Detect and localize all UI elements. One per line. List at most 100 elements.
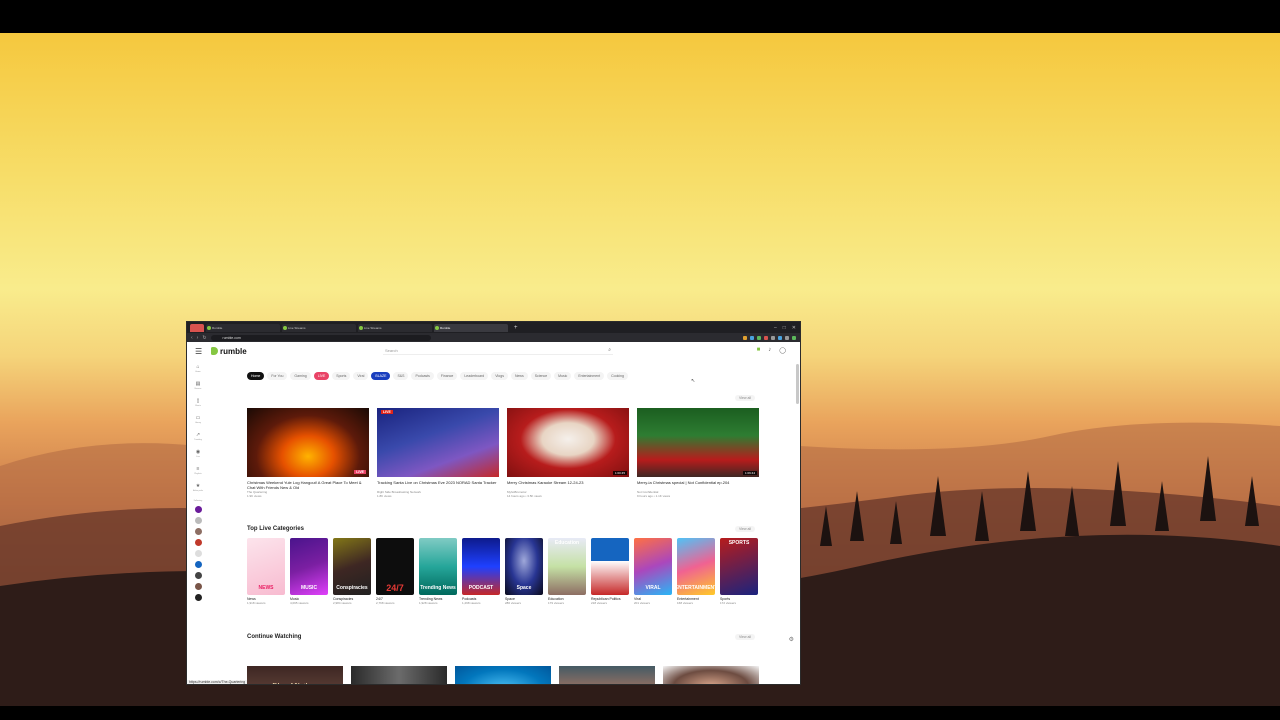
user-avatar-icon[interactable]: ◯ (779, 347, 786, 354)
chip-entertainment[interactable]: Entertainment (574, 372, 605, 380)
tab-2[interactable]: Live Streams (282, 323, 356, 332)
category-card[interactable]: VIRAL Viral 201 viewers (634, 538, 672, 605)
category-thumbnail[interactable]: NEWS (247, 538, 285, 595)
chip-music[interactable]: Music (554, 372, 572, 380)
new-tab-icon[interactable]: + (514, 325, 518, 331)
video-title[interactable]: Merry Christmas Karaoke Stream 12-24-23 (507, 480, 629, 490)
video-thumbnail[interactable]: LIVE (247, 408, 369, 477)
video-thumbnail[interactable]: 1:09:44 (637, 408, 759, 477)
video-card[interactable]: 1:00:45 Merry Christmas Karaoke Stream 1… (507, 408, 629, 498)
menu-icon[interactable]: ☰ (195, 347, 211, 356)
category-card[interactable]: Trending News Trending News 1,928 viewers (419, 538, 457, 605)
rumble-logo[interactable]: rumble (211, 347, 247, 356)
video-title[interactable]: Merry-ia Christmas special | Not Confide… (637, 480, 759, 490)
sidebar-item-live[interactable]: ◉ Live (196, 449, 200, 462)
notification-bell-icon[interactable]: ♪ (768, 347, 771, 354)
avatar[interactable] (194, 572, 202, 579)
video-thumbnail[interactable]: 1:00:45 (507, 408, 629, 477)
extension-icon[interactable] (792, 335, 796, 340)
category-thumbnail[interactable]: Trending News (419, 538, 457, 595)
tab-3[interactable]: Live Streams (358, 323, 432, 332)
forward-icon[interactable]: › (197, 335, 199, 341)
category-thumbnail[interactable]: Education (548, 538, 586, 595)
category-thumbnail[interactable]: VIRAL (634, 538, 672, 595)
avatar[interactable] (194, 539, 202, 546)
avatar[interactable] (194, 594, 202, 601)
maximize-icon[interactable]: □ (783, 325, 786, 331)
category-thumbnail[interactable]: 24/7 (376, 538, 414, 595)
category-thumbnail[interactable]: PODCAST (462, 538, 500, 595)
search-input[interactable]: Search ⌕ (383, 346, 613, 355)
sidebar-item-shorts[interactable]: ▯ Shorts (195, 398, 201, 411)
sidebar-item-home[interactable]: ⌂ Home (195, 364, 200, 377)
sidebar-item-editor-picks[interactable]: ★ Editor picks (193, 483, 203, 496)
category-thumbnail[interactable]: SPORTS (720, 538, 758, 595)
sidebar-item-playlists[interactable]: ≡ Playlists (194, 466, 201, 479)
category-thumbnail[interactable]: MUSIC (290, 538, 328, 595)
chip-leaderboard[interactable]: Leaderboard (460, 372, 489, 380)
category-thumbnail[interactable]: Space (505, 538, 543, 595)
avatar[interactable] (194, 561, 202, 568)
category-thumbnail[interactable]: Conspiracies (333, 538, 371, 595)
chip-s-s[interactable]: S&S (393, 372, 409, 380)
chip-blaze[interactable]: BLAZE (371, 372, 391, 380)
video-card[interactable]: 1:09:44 Merry-ia Christmas special | Not… (637, 408, 759, 498)
minimize-icon[interactable]: – (774, 325, 777, 331)
settings-gear-icon[interactable]: ⚙ (789, 636, 794, 643)
sidebar-item-browse[interactable]: ▤ Browse (195, 381, 202, 394)
video-card[interactable]: LIVE Tracking Santa Live on Christmas Ev… (377, 408, 499, 498)
extension-icon[interactable] (771, 335, 775, 340)
avatar[interactable] (194, 517, 202, 524)
reload-icon[interactable]: ↻ (202, 335, 206, 341)
chip-home[interactable]: Home (247, 372, 265, 380)
avatar[interactable] (194, 550, 202, 557)
category-card[interactable]: Republican Politics 218 viewers (591, 538, 629, 605)
video-card[interactable]: LIVE Christmas Weekend Yule Log Hangout!… (247, 408, 369, 498)
extension-icon[interactable] (757, 335, 761, 340)
extension-icon[interactable] (778, 335, 782, 340)
category-card[interactable]: 24/7 24/7 2,768 viewers (376, 538, 414, 605)
video-thumbnail[interactable] (663, 666, 759, 684)
category-thumbnail[interactable]: ENTERTAINMENT (677, 538, 715, 595)
extension-icon[interactable] (764, 335, 768, 340)
chip-science[interactable]: Science (530, 372, 552, 380)
chip-for-you[interactable]: For You (267, 372, 288, 380)
tab-active[interactable]: Rumble (434, 323, 508, 332)
video-thumbnail[interactable] (455, 666, 551, 684)
category-card[interactable]: Space Space 286 viewers (505, 538, 543, 605)
back-icon[interactable]: ‹ (191, 335, 193, 341)
video-thumbnail[interactable] (351, 666, 447, 684)
go-live-icon[interactable]: ■ (757, 347, 761, 354)
category-card[interactable]: Education Education 179 viewers (548, 538, 586, 605)
chip-news[interactable]: News (510, 372, 528, 380)
sidebar-item-library[interactable]: ▭ Library (195, 415, 201, 428)
chip-sports[interactable]: Sports (332, 372, 351, 380)
video-thumbnail[interactable] (559, 666, 655, 684)
category-thumbnail[interactable] (591, 538, 629, 595)
chip-cooking[interactable]: Cooking (607, 372, 628, 380)
tab-pinned[interactable] (190, 323, 204, 332)
featured-view-all-button[interactable]: View all (735, 395, 755, 401)
tab-1[interactable]: Rumble (206, 323, 280, 332)
close-icon[interactable]: ✕ (792, 325, 796, 331)
category-card[interactable]: SPORTS Sports 172 viewers (720, 538, 758, 605)
category-card[interactable]: PODCAST Podcasts 1,298 viewers (462, 538, 500, 605)
chip-finance[interactable]: Finance (436, 372, 458, 380)
chip-live[interactable]: LIVE (313, 372, 330, 380)
chip-vlogs[interactable]: Vlogs (491, 372, 508, 380)
video-title[interactable]: Tracking Santa Live on Christmas Eve 202… (377, 480, 499, 490)
category-card[interactable]: Conspiracies Conspiracies 2,984 viewers (333, 538, 371, 605)
extension-icon[interactable] (743, 335, 747, 340)
chip-gaming[interactable]: Gaming (290, 372, 311, 380)
video-title[interactable]: Christmas Weekend Yule Log Hangout! A Gr… (247, 480, 369, 490)
chip-podcasts[interactable]: Podcasts (411, 372, 434, 380)
category-card[interactable]: MUSIC Music 4,095 viewers (290, 538, 328, 605)
chip-viral[interactable]: Viral (353, 372, 369, 380)
categories-view-all-button[interactable]: View all (735, 526, 755, 532)
url-input[interactable]: rumble.com (210, 334, 431, 341)
avatar[interactable] (194, 506, 202, 513)
category-card[interactable]: NEWS News 1,918 viewers (247, 538, 285, 605)
category-card[interactable]: ENTERTAINMENTEntertainment168 viewers (677, 538, 715, 605)
search-icon[interactable]: ⌕ (608, 346, 611, 355)
video-thumbnail[interactable]: LIVE (377, 408, 499, 477)
